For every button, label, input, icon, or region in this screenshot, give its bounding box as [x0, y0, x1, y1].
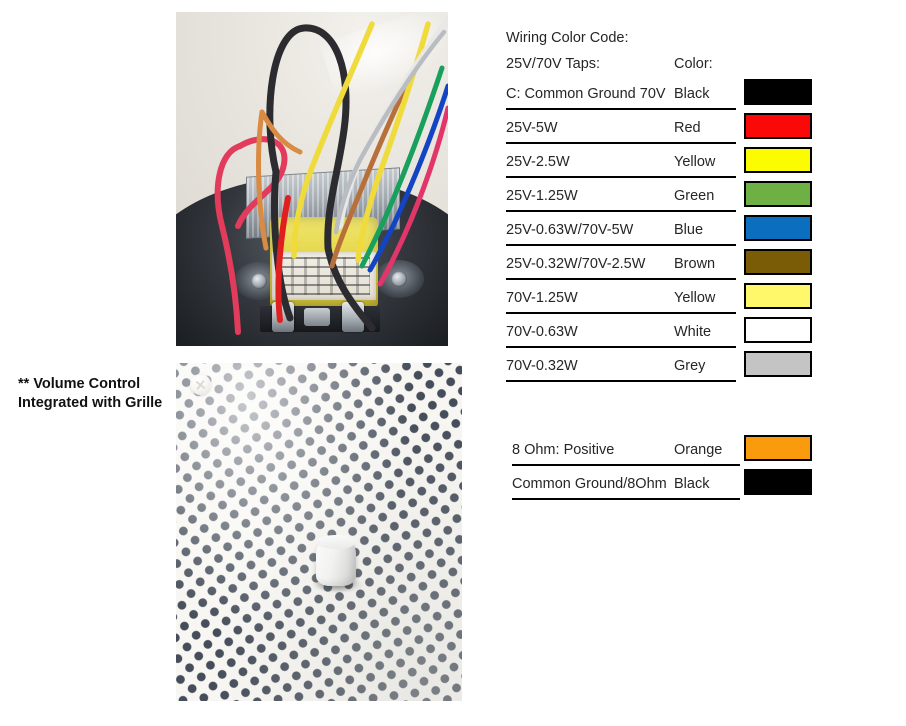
wiring-color-name: Brown [674, 256, 716, 272]
wiring-tap-label: 25V-0.32W/70V-2.5W [506, 256, 646, 272]
wiring-color-code-table: C: Common Ground 70V Black 25V-5W Red 25V-2.… [506, 79, 816, 388]
table-row: 70V-0.32W Grey [506, 351, 816, 388]
ohm-color-swatch [744, 469, 812, 495]
volume-note-line-2: Integrated with Grille [18, 395, 163, 411]
ohm-tap-label: 8 Ohm: Positive [512, 442, 615, 458]
wiring-color-name: White [674, 324, 712, 340]
table-row: 25V-0.63W/70V-5W Blue [506, 215, 816, 252]
ohm-color-name: Orange [674, 442, 723, 458]
wiring-color-swatch [744, 317, 812, 343]
row-divider [506, 108, 736, 110]
table-row: 70V-0.63W White [506, 317, 816, 354]
column-header-color: Color: [674, 56, 713, 72]
wiring-color-swatch [744, 351, 812, 377]
wiring-color-name: Red [674, 120, 701, 136]
wiring-color-name: Black [674, 86, 710, 102]
row-divider [512, 498, 740, 500]
row-divider [506, 346, 736, 348]
wire-magenta [377, 105, 448, 287]
wiring-color-name: Green [674, 188, 715, 204]
wiring-color-name: Blue [674, 222, 704, 238]
wiring-tap-label: 25V-1.25W [506, 188, 578, 204]
wiring-color-swatch [744, 249, 812, 275]
row-divider [506, 380, 736, 382]
eight-ohm-table: 8 Ohm: Positive Orange Common Ground/8Ohm B… [512, 435, 822, 506]
wiring-tap-label: 25V-5W [506, 120, 558, 136]
row-divider [506, 210, 736, 212]
wire-blue [367, 83, 448, 273]
table-row: Common Ground/8Ohm Black [512, 469, 822, 506]
wiring-color-swatch [744, 79, 812, 105]
wiring-color-name: Grey [674, 358, 706, 374]
row-divider [506, 278, 736, 280]
table-row: 25V-5W Red [506, 113, 816, 150]
wiring-tap-label: 25V-0.63W/70V-5W [506, 222, 634, 238]
table-row: C: Common Ground 70V Black [506, 79, 816, 116]
wiring-color-swatch [744, 113, 812, 139]
wiring-tap-label: 70V-1.25W [506, 290, 578, 306]
wire-orange [256, 109, 269, 251]
wiring-tap-label: 70V-0.63W [506, 324, 578, 340]
row-divider [512, 464, 740, 466]
wiring-color-swatch [744, 181, 812, 207]
row-divider [506, 312, 736, 314]
ohm-color-swatch [744, 435, 812, 461]
row-divider [506, 244, 736, 246]
volume-control-knob [316, 535, 356, 586]
wiring-color-name: Yellow [674, 154, 716, 170]
grille-screw-icon [190, 374, 211, 395]
wiring-tap-label: C: Common Ground 70V [506, 86, 666, 102]
wiring-color-swatch [744, 215, 812, 241]
table-row: 25V-0.32W/70V-2.5W Brown [506, 249, 816, 286]
speaker-grille-photo [176, 363, 462, 701]
wiring-tap-label: 25V-2.5W [506, 154, 570, 170]
wiring-color-code-title: Wiring Color Code: [506, 30, 629, 46]
ohm-tap-label: Common Ground/8Ohm [512, 476, 667, 492]
table-row: 25V-2.5W Yellow [506, 147, 816, 184]
table-row: 25V-1.25W Green [506, 181, 816, 218]
wire-yellow-left [291, 21, 375, 259]
volume-note-line-1: ** Volume Control [18, 376, 141, 392]
grille-perforations-row-b [176, 363, 462, 701]
wire-pink-loop [214, 143, 243, 335]
row-divider [506, 142, 736, 144]
volume-control-note: ** Volume Control Integrated with Grille [18, 375, 188, 413]
wiring-color-name: Yellow [674, 290, 716, 306]
transformer-wiring-photo [176, 12, 448, 346]
table-row: 70V-1.25W Yellow [506, 283, 816, 320]
tap-wires-group [214, 17, 448, 335]
ohm-color-name: Black [674, 476, 710, 492]
wiring-tap-label: 70V-0.32W [506, 358, 578, 374]
wiring-color-swatch [744, 147, 812, 173]
table-row: 8 Ohm: Positive Orange [512, 435, 822, 472]
row-divider [506, 176, 736, 178]
column-header-taps: 25V/70V Taps: [506, 56, 601, 72]
wiring-color-swatch [744, 283, 812, 309]
